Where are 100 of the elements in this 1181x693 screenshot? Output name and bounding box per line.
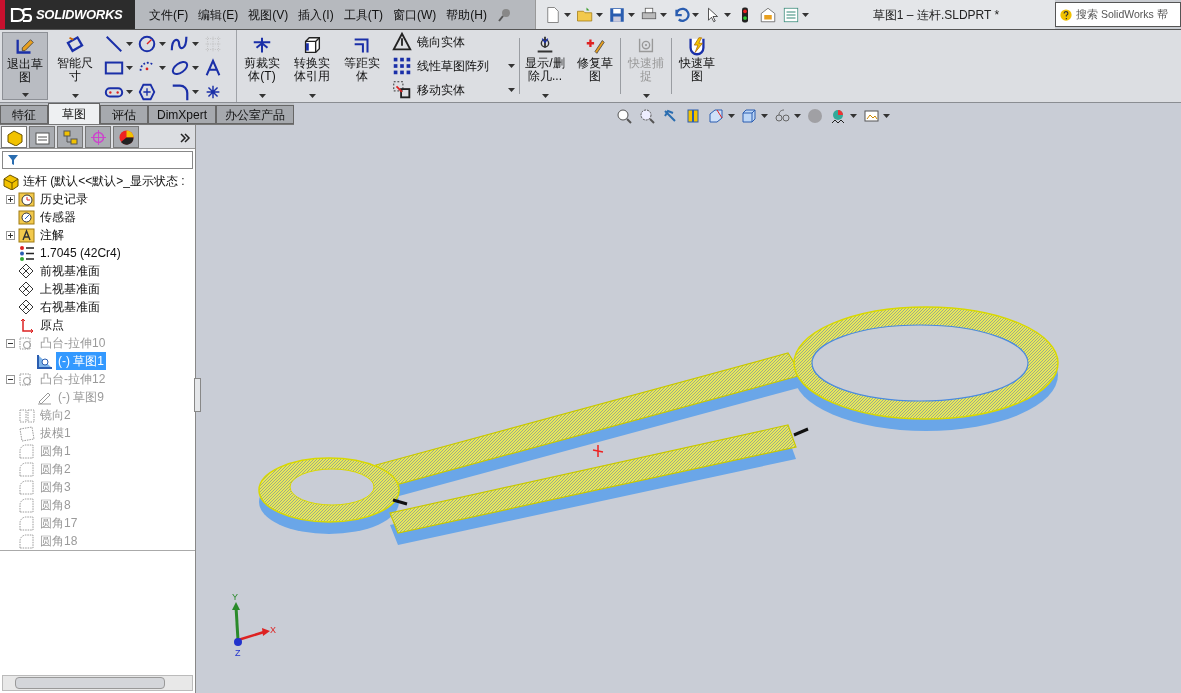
ribbon-button[interactable]: 剪裁实体(T) [239,32,285,100]
panel-tab[interactable] [29,126,55,148]
new-document-icon[interactable] [544,5,562,24]
search-field[interactable]: 搜索 SolidWorks 帮 [1055,2,1181,27]
caret-icon [596,12,603,17]
tree-item[interactable]: 传感器 [38,208,78,226]
tree-item[interactable]: 上视基准面 [38,280,102,298]
menu-item[interactable]: 视图(V) [248,5,289,24]
axis-label: Z [235,648,241,658]
caret-icon [692,12,699,17]
panel-tab[interactable] [113,126,139,148]
hide-show-icon[interactable] [774,107,791,125]
sketch-icon [36,352,53,370]
fillet-icon [18,442,35,460]
line-icon[interactable] [104,34,124,54]
tree-item[interactable]: 右视基准面 [38,298,102,316]
tab[interactable]: 评估 [100,105,148,124]
ribbon-button[interactable]: 等距实体 [339,32,385,100]
ribbon-list-button[interactable]: 镜向实体 [391,32,515,52]
clock-icon [18,190,35,208]
caret-icon [192,66,199,70]
plane-icon [18,280,35,298]
caret-icon [126,66,133,70]
ribbon-button[interactable]: 退出草图 [2,32,48,100]
tab[interactable]: DimXpert [148,105,216,124]
caret-icon [883,114,890,118]
fillet-icon [18,496,35,514]
fillet-icon [18,514,35,532]
chevron-icon[interactable] [179,132,191,144]
display-style-icon[interactable] [741,107,758,125]
tab[interactable]: 草图 [48,103,100,124]
part-icon [2,172,19,190]
undo-icon[interactable] [672,5,690,24]
material-icon [18,244,35,262]
menu-item[interactable]: 编辑(E) [198,5,239,24]
fillet-icon [18,460,35,478]
view-orientation-icon[interactable] [708,107,725,125]
tree-item[interactable]: 注解 [38,226,66,244]
polygon-icon[interactable] [137,82,157,102]
target-icon [89,128,107,146]
caret-icon [660,12,667,17]
ribbon-button[interactable]: 修复草图 [572,32,618,100]
move-icon [391,79,413,101]
caret-icon [126,90,133,94]
zoom-area-icon[interactable] [639,107,656,125]
appearance-icon [117,128,135,146]
pin-icon[interactable] [497,6,513,23]
caret-icon [724,12,731,17]
section-view-icon[interactable] [685,107,702,125]
menu-item[interactable]: 帮助(H) [446,5,487,24]
save-icon[interactable] [608,5,626,24]
letter-icon [18,226,35,244]
axis-label: Y [232,592,238,602]
view-settings-icon[interactable] [863,107,880,125]
caret-icon [728,114,735,118]
draft-icon [18,424,35,442]
mirror-icon [18,406,35,424]
horizontal-scrollbar[interactable] [2,675,193,691]
filter-field[interactable] [2,151,193,169]
caret-icon [192,90,199,94]
circle-icon[interactable] [137,34,157,54]
menu-item[interactable]: 窗口(W) [393,5,437,24]
expand-icon[interactable] [6,230,15,240]
gauge-icon [18,208,35,226]
splitter-handle[interactable] [194,378,201,412]
pattern-icon [391,55,413,77]
axis-label: X [270,625,276,635]
window-title: 草图1 – 连杆.SLDPRT * [872,6,1000,24]
text-icon[interactable] [203,58,223,78]
fillet-icon [18,532,35,550]
ribbon-button[interactable]: 转换实体引用 [289,32,335,100]
expand-icon[interactable] [6,194,15,204]
menu-item[interactable]: 工具(T) [343,5,383,24]
menu-item[interactable]: 插入(I) [298,5,334,24]
part-icon [5,128,23,146]
menu-item[interactable]: 文件(F) [149,5,189,24]
tab[interactable]: 特征 [0,105,48,124]
zoom-fit-icon[interactable] [616,107,633,125]
scene-icon[interactable] [830,107,847,125]
tree-item[interactable]: 原点 [38,316,66,334]
ribbon-list-button[interactable]: 线性草图阵列 [391,56,515,76]
ribbon-button[interactable]: 显示/删除几... [522,32,568,100]
tree-item[interactable]: 前视基准面 [38,262,102,280]
tab[interactable]: 办公室产品 [216,105,294,124]
origin-icon [18,316,35,334]
caret-icon [192,42,199,46]
tree-item[interactable]: 连杆 (默认<<默认>_显示状态 : [23,172,185,190]
caret-icon [628,12,635,17]
ellipse-icon[interactable] [170,58,190,78]
configuration-icon [61,128,79,146]
ribbon-button[interactable]: 智能尺寸 [52,32,98,100]
ribbon-list-button[interactable]: 移动实体 [391,80,515,100]
fillet-icon [18,478,35,496]
quick-sketch-icon [686,35,708,57]
panel-tab[interactable] [1,126,27,148]
tree-item[interactable]: 1.7045 (42Cr4) [38,244,123,262]
tree-item[interactable]: 历史记录 [38,190,90,208]
fillet-icon[interactable] [170,82,190,102]
ribbon-button[interactable]: 快速草图 [674,32,720,100]
caret-icon [850,114,857,118]
